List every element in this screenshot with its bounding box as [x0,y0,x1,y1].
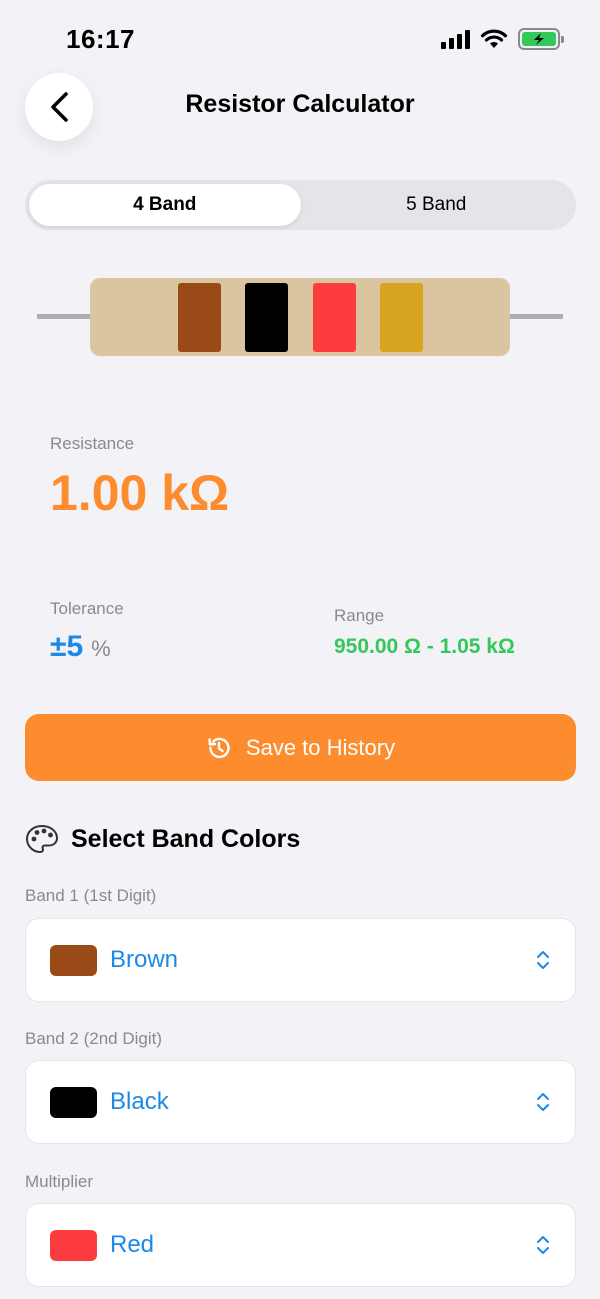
status-time: 16:17 [66,24,135,54]
battery-icon [518,28,564,50]
history-icon [208,737,230,758]
save-to-history-button[interactable]: Save to History [25,714,576,781]
band-1-label: Band 1 (1st Digit) [25,886,157,905]
multiplier-color-swatch [50,1229,97,1261]
band-count-segmented-control: 4 Band 5 Band [25,180,576,230]
tolerance-label: Tolerance [50,599,124,618]
tolerance-value: ±5 % [50,630,111,664]
range-label: Range [334,606,385,625]
multiplier-label: Multiplier [25,1172,94,1191]
cellular-signal-icon [441,29,470,49]
segment-4-band[interactable]: 4 Band [29,184,301,226]
segment-5-band[interactable]: 5 Band [301,184,573,226]
chevron-up-down-icon [537,951,549,969]
palette-icon [25,824,59,854]
resistor-lead-right [503,314,563,319]
resistor-band-2 [245,283,288,352]
resistor-illustration [37,278,563,356]
resistor-band-4 [380,283,423,352]
multiplier-picker[interactable]: Red [25,1203,576,1287]
multiplier-value: Red [110,1231,155,1258]
resistor-band-1 [178,283,221,352]
section-title: Select Band Colors [71,824,301,853]
range-value: 950.00 Ω - 1.05 kΩ [334,635,515,658]
band-1-picker[interactable]: Brown [25,918,576,1002]
resistance-label: Resistance [50,434,135,453]
chevron-up-down-icon [537,1093,549,1111]
status-icons [441,28,564,50]
band-2-value: Black [110,1088,169,1115]
wifi-icon [480,29,508,48]
resistor-lead-left [37,314,97,319]
band-1-value: Brown [110,946,179,973]
band-2-picker[interactable]: Black [25,1060,576,1144]
save-to-history-label: Save to History [245,734,396,760]
status-bar: 16:17 [0,0,600,80]
band-colors-section-header: Select Band Colors [25,824,300,854]
page-title: Resistor Calculator [185,90,415,118]
band-1-color-swatch [50,944,97,976]
tolerance-number: ±5 [50,630,84,663]
band-2-color-swatch [50,1086,97,1118]
tolerance-unit: % [91,636,111,661]
resistor-body [90,278,510,356]
resistance-value: 1.00 kΩ [50,465,230,521]
band-2-label: Band 2 (2nd Digit) [25,1029,163,1048]
resistor-band-3 [313,283,356,352]
chevron-up-down-icon [537,1236,549,1254]
